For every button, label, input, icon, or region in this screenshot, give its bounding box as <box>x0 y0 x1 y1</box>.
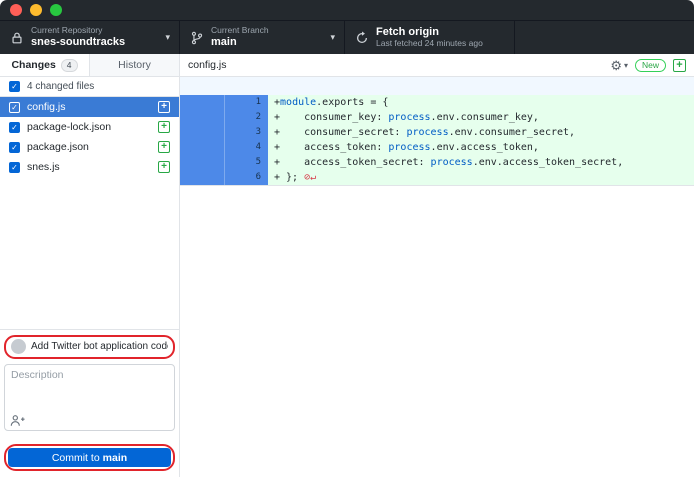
branch-text: Current Branch main <box>211 26 323 48</box>
current-repository-selector[interactable]: Current Repository snes-soundtracks ▾ <box>0 21 180 54</box>
line-number-gutter[interactable]: 5 <box>180 155 268 170</box>
diff-lines: 1+module.exports = {2+ consumer_key: pro… <box>180 95 694 186</box>
repository-label: Current Repository <box>31 26 158 36</box>
branch-name: main <box>211 36 323 49</box>
diff-added-line[interactable]: 1+module.exports = { <box>180 95 694 110</box>
diff-header-actions: ⚙ ▾ New + <box>610 59 686 72</box>
zoom-window-button[interactable] <box>50 4 62 16</box>
chevron-down-icon: ▾ <box>165 32 170 43</box>
commit-button[interactable]: Commit tomain <box>8 448 171 467</box>
added-status-icon: + <box>158 101 170 113</box>
commit-button-prefix: Commit to <box>52 452 100 464</box>
file-include-checkbox[interactable]: ✓ <box>9 162 20 173</box>
diff-file-header: config.js ⚙ ▾ New + <box>180 54 694 77</box>
add-file-plus-icon[interactable]: + <box>673 59 686 72</box>
fetch-text: Fetch origin Last fetched 24 minutes ago <box>376 26 505 48</box>
branch-label: Current Branch <box>211 26 323 36</box>
line-number-gutter[interactable]: 3 <box>180 125 268 140</box>
current-branch-selector[interactable]: Current Branch main ▾ <box>180 21 345 54</box>
file-row[interactable]: ✓ package.json + <box>0 137 179 157</box>
close-window-button[interactable] <box>10 4 22 16</box>
line-number-gutter[interactable]: 2 <box>180 110 268 125</box>
file-row[interactable]: ✓ config.js + <box>0 97 179 117</box>
added-status-icon: + <box>158 141 170 153</box>
file-name: snes.js <box>27 161 151 173</box>
diff-view: @@ -0,0 +1,6 @@ 1+module.exports = {2+ c… <box>180 77 694 477</box>
commit-button-branch: main <box>103 452 128 464</box>
tab-history-label: History <box>118 59 151 71</box>
tab-history[interactable]: History <box>89 54 179 76</box>
new-file-badge: New <box>635 59 666 72</box>
diff-options-gear-icon[interactable]: ⚙ ▾ <box>610 59 628 72</box>
content: Changes 4 History ✓ 4 changed files ✓ con… <box>0 54 694 477</box>
commit-button-annotation-highlight: Commit tomain <box>4 444 175 472</box>
diff-added-line[interactable]: 5+ access_token_secret: process.env.acce… <box>180 155 694 170</box>
line-number-gutter[interactable]: 6 <box>180 170 268 185</box>
diff-added-line[interactable]: 4+ access_token: process.env.access_toke… <box>180 140 694 155</box>
avatar <box>11 339 26 354</box>
tab-changes[interactable]: Changes 4 <box>0 54 89 76</box>
summary-annotation-highlight <box>4 335 175 359</box>
line-number-gutter[interactable]: 4 <box>180 140 268 155</box>
changed-file-list: ✓ config.js + ✓ package-lock.json + ✓ package.j… <box>0 97 179 177</box>
description-box <box>4 364 175 431</box>
sync-icon <box>354 30 369 45</box>
repository-name: snes-soundtracks <box>31 36 158 49</box>
added-status-icon: + <box>158 161 170 173</box>
file-include-checkbox[interactable]: ✓ <box>9 122 20 133</box>
gear-glyph: ⚙ <box>610 59 622 72</box>
diff-panel: config.js ⚙ ▾ New + @@ -0,0 +1,6 @@ 1+mo… <box>180 54 694 477</box>
fetch-origin-button[interactable]: Fetch origin Last fetched 24 minutes ago <box>345 21 515 54</box>
changed-files-header: ✓ 4 changed files <box>0 77 179 97</box>
minimize-window-button[interactable] <box>30 4 42 16</box>
file-row[interactable]: ✓ snes.js + <box>0 157 179 177</box>
titlebar <box>0 0 694 21</box>
add-coauthor-icon[interactable] <box>10 414 25 427</box>
commit-summary-input[interactable] <box>31 341 168 352</box>
repository-text: Current Repository snes-soundtracks <box>31 26 158 48</box>
diff-code: + consumer_key: process.env.consumer_key… <box>268 110 694 125</box>
file-row[interactable]: ✓ package-lock.json + <box>0 117 179 137</box>
description-textarea[interactable] <box>5 365 174 430</box>
lock-icon <box>9 30 24 45</box>
changes-count-badge: 4 <box>61 59 78 72</box>
github-desktop-window: Current Repository snes-soundtracks ▾ Cu… <box>0 0 694 477</box>
diff-code: + }; ⊘↵ <box>268 170 694 185</box>
file-include-checkbox[interactable]: ✓ <box>9 142 20 153</box>
diff-code: +module.exports = { <box>268 95 694 110</box>
diff-added-line[interactable]: 3+ consumer_secret: process.env.consumer… <box>180 125 694 140</box>
toolbar-filler <box>515 21 694 54</box>
diff-added-line[interactable]: 2+ consumer_key: process.env.consumer_ke… <box>180 110 694 125</box>
hunk-header[interactable]: @@ -0,0 +1,6 @@ <box>180 77 694 95</box>
file-name: config.js <box>27 101 151 113</box>
diff-filename: config.js <box>188 59 227 71</box>
sidebar-tabs: Changes 4 History <box>0 54 179 77</box>
diff-code: + consumer_secret: process.env.consumer_… <box>268 125 694 140</box>
chevron-down-icon: ▾ <box>330 32 335 43</box>
diff-added-line[interactable]: 6+ }; ⊘↵ <box>180 170 694 185</box>
changed-files-label: 4 changed files <box>27 81 94 92</box>
tab-changes-label: Changes <box>11 59 55 71</box>
fetch-subtitle: Last fetched 24 minutes ago <box>376 39 505 49</box>
file-name: package.json <box>27 141 151 153</box>
file-name: package-lock.json <box>27 121 151 133</box>
diff-code: + access_token_secret: process.env.acces… <box>268 155 694 170</box>
diff-code: + access_token: process.env.access_token… <box>268 140 694 155</box>
include-all-checkbox[interactable]: ✓ <box>9 81 20 92</box>
line-number-gutter[interactable]: 1 <box>180 95 268 110</box>
git-branch-icon <box>189 30 204 45</box>
added-status-icon: + <box>158 121 170 133</box>
sidebar: Changes 4 History ✓ 4 changed files ✓ con… <box>0 54 180 477</box>
toolbar: Current Repository snes-soundtracks ▾ Cu… <box>0 21 694 54</box>
commit-box: Commit tomain <box>0 329 179 477</box>
file-include-checkbox[interactable]: ✓ <box>9 102 20 113</box>
chevron-down-icon: ▾ <box>624 61 628 70</box>
